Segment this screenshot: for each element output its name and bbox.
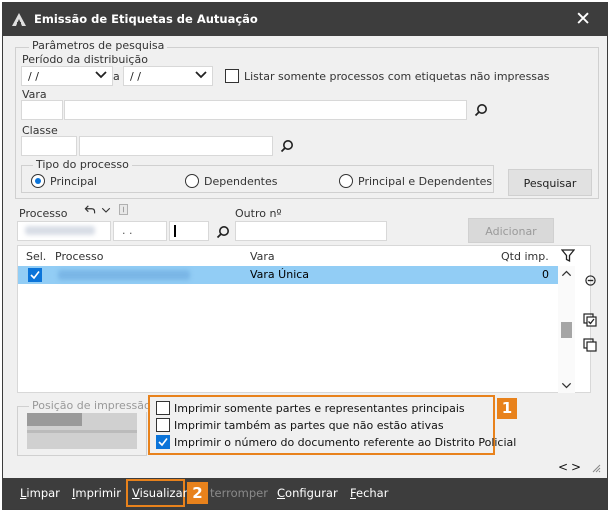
date-separator: a [113, 70, 120, 83]
process-grid: Sel. Processo Vara Qtd imp. Vara Única 0 [17, 245, 591, 393]
print-option-1-label: Imprimir somente partes e representantes… [174, 402, 465, 415]
chevron-down-icon[interactable] [101, 206, 111, 215]
date-from-select[interactable]: / / [21, 66, 113, 86]
processo-label: Processo [19, 207, 68, 220]
chevron-down-icon[interactable] [561, 380, 572, 390]
print-position-grid[interactable] [27, 413, 137, 449]
text-cursor [174, 225, 176, 237]
table-row[interactable]: Vara Única 0 [18, 266, 558, 284]
column-qtd-imp: Qtd imp. [501, 250, 549, 263]
row-vara: Vara Única [250, 268, 310, 281]
column-vara: Vara [250, 250, 275, 263]
limpar-button[interactable]: Limpar [20, 486, 60, 500]
classe-name-input[interactable] [79, 136, 273, 156]
only-unprinted-label: Listar somente processos com etiquetas n… [244, 70, 550, 83]
vara-name-input[interactable] [64, 100, 467, 120]
visualizar-button[interactable]: Visualizar [132, 486, 187, 500]
pager-prev[interactable]: < [558, 460, 568, 474]
interromper-button[interactable]: terromper [210, 486, 268, 500]
search-icon[interactable] [280, 139, 294, 153]
chevron-down-icon [195, 71, 207, 79]
print-position-cell-selected[interactable] [27, 413, 82, 426]
radio-principal-e-dependentes-label: Principal e Dependentes [358, 175, 493, 188]
column-processo: Processo [55, 250, 104, 263]
processo-redacted [58, 270, 190, 280]
check-icon [158, 438, 168, 447]
chevron-down-icon [95, 71, 107, 79]
annotation-badge-1-label: 1 [501, 399, 513, 417]
radio-principal-label: Principal [50, 175, 97, 188]
processo-number-redacted [25, 226, 95, 235]
column-sel: Sel. [26, 250, 47, 263]
radio-principal-e-dependentes[interactable] [339, 174, 353, 188]
window-title: Emissão de Etiquetas de Autuação [34, 12, 258, 26]
date-to-select[interactable]: / / [123, 66, 213, 86]
annotation-badge-1: 1 [497, 398, 517, 419]
outro-label: Outro nº [235, 207, 282, 220]
date-from-value: / / [28, 70, 39, 83]
search-icon[interactable] [216, 225, 230, 239]
check-icon [30, 271, 40, 280]
radio-dependentes-label: Dependentes [204, 175, 278, 188]
grid-header: Sel. Processo Vara Qtd imp. [18, 246, 558, 266]
print-option-3-checkbox[interactable] [156, 435, 170, 449]
filter-icon[interactable] [561, 249, 575, 263]
row-select-checkbox[interactable] [28, 268, 42, 282]
scrollbar-thumb[interactable] [561, 322, 572, 338]
undo-icon[interactable] [84, 205, 96, 215]
print-option-1-checkbox[interactable] [156, 401, 170, 415]
chevron-up-icon[interactable] [561, 269, 572, 279]
date-to-value: / / [130, 70, 141, 83]
vara-code-input[interactable] [21, 100, 63, 120]
add-button[interactable]: Adicionar [468, 218, 554, 243]
configurar-button[interactable]: Configurar [277, 486, 338, 500]
annotation-badge-2-label: 2 [192, 484, 203, 502]
command-bar: Limpar Imprimir Visualizar 2 terromper C… [3, 478, 607, 509]
print-option-2-checkbox[interactable] [156, 418, 170, 432]
print-position-label: Posição de impressão [29, 399, 154, 412]
only-unprinted-checkbox[interactable] [225, 69, 239, 83]
close-icon[interactable]: ✕ [575, 9, 591, 29]
print-position-cell[interactable] [27, 430, 137, 433]
print-option-3-label: Imprimir o número do documento referente… [174, 436, 517, 449]
processo-mask-value: . . [122, 224, 133, 237]
title-bar: Emissão de Etiquetas de Autuação ✕ [3, 3, 607, 36]
fechar-button[interactable]: Fechar [350, 486, 388, 500]
search-icon[interactable] [474, 103, 488, 117]
grid-scrollbar[interactable] [558, 266, 575, 393]
pager-next[interactable]: > [571, 460, 581, 474]
processo-suffix-input[interactable] [169, 221, 209, 241]
remove-icon[interactable] [585, 275, 596, 286]
search-button-label: Pesquisar [523, 177, 577, 190]
resize-grip-icon[interactable] [591, 463, 601, 473]
add-button-label: Adicionar [485, 225, 537, 238]
radio-dependentes[interactable] [185, 174, 199, 188]
search-params-label: Parâmetros de pesquisa [29, 39, 168, 52]
imprimir-button[interactable]: Imprimir [72, 486, 121, 500]
select-all-icon[interactable] [583, 313, 597, 327]
search-button[interactable]: Pesquisar [508, 169, 592, 196]
dialog-window: Emissão de Etiquetas de Autuação ✕ Parâm… [2, 2, 608, 510]
period-label: Período da distribuição [22, 53, 148, 66]
tipo-processo-label: Tipo do processo [33, 158, 132, 171]
copy-icon[interactable] [583, 338, 597, 352]
row-qtd: 0 [542, 268, 549, 281]
app-logo-icon [12, 13, 26, 26]
document-icon[interactable] [119, 204, 128, 215]
print-option-2-label: Imprimir também as partes que não estão … [174, 419, 444, 432]
annotation-badge-2: 2 [187, 482, 208, 504]
outro-number-input[interactable] [235, 221, 387, 241]
classe-code-input[interactable] [21, 136, 77, 156]
processo-mask-input[interactable]: . . [113, 221, 167, 241]
radio-principal[interactable] [31, 174, 45, 188]
